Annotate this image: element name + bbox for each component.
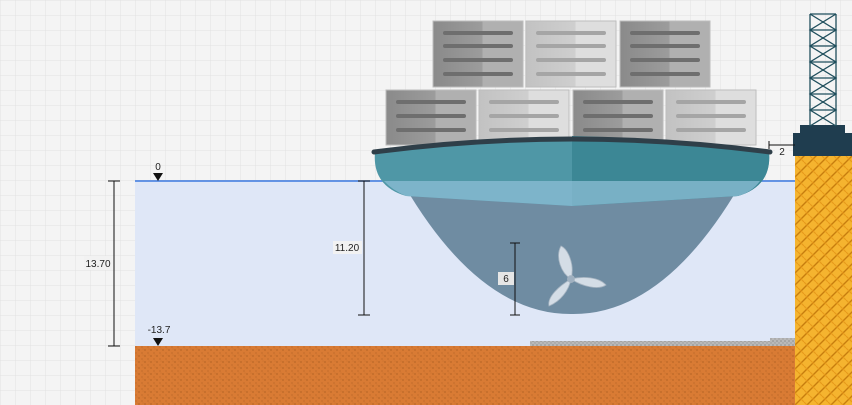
propeller-diameter-label: 6 [503, 274, 509, 285]
bed-level-label: -13.7 [148, 325, 171, 336]
quay-cap [793, 133, 852, 156]
crane-base [800, 125, 845, 135]
container [432, 20, 524, 88]
bed-protection-step [770, 338, 795, 342]
container [619, 20, 711, 88]
container [665, 89, 757, 146]
seabed [135, 346, 795, 405]
container [525, 20, 617, 88]
quay-ship-diagram: 13.70 11.20 6 2 0 -13.7 [0, 0, 852, 405]
water-depth-label: 13.70 [85, 259, 110, 270]
quay-offset-label: 2 [779, 147, 785, 158]
container [385, 89, 477, 146]
ship-draught-label: 11.20 [335, 243, 360, 254]
bed-protection [530, 341, 795, 346]
quay-wall [795, 155, 852, 405]
water-level-label: 0 [155, 162, 161, 173]
